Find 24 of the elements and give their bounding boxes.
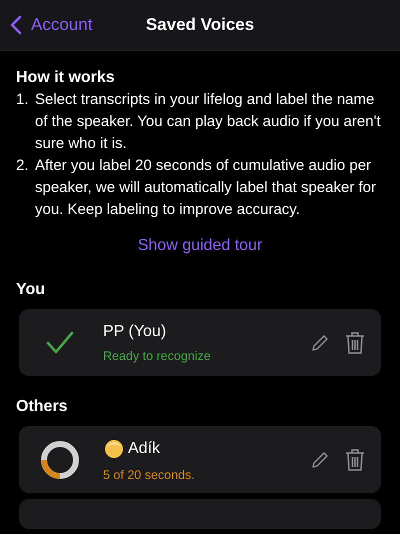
voice-name: Adík [128, 440, 160, 458]
voice-status: Ready to recognize [103, 348, 212, 362]
back-button[interactable]: Account [0, 15, 92, 35]
voice-name: PP (You) [103, 322, 166, 340]
pencil-icon [311, 334, 329, 352]
step-text: After you label 20 seconds of cumulative audio per speaker, we will automatically label that speaker for you. Keep labeling to improve accuracy. [35, 156, 378, 220]
pencil-icon [311, 450, 329, 468]
voice-status: 5 of 20 seconds. [103, 468, 196, 482]
voice-card[interactable]: PP (You) Ready to recognize [19, 309, 381, 376]
step-text: Select transcripts in your lifelog and label the name of the speaker. You can play back audio if you aren't sure who it is. [35, 90, 382, 154]
person-icon [103, 438, 125, 460]
section-heading: Others [15, 398, 69, 416]
voice-card[interactable]: Adík 5 of 20 seconds. [19, 426, 381, 493]
trash-icon [345, 448, 365, 472]
trash-icon [345, 330, 365, 354]
checkmark-icon [46, 330, 74, 354]
section-heading: You [15, 281, 46, 299]
guided-tour-link[interactable]: Show guided tour [138, 237, 262, 254]
section-heading: How it works [16, 68, 116, 88]
step-number: 1. [16, 90, 30, 110]
step-number: 2. [16, 156, 30, 176]
page-title: Saved Voices [146, 15, 254, 35]
progress-ring [40, 440, 80, 480]
chevron-left-icon [10, 15, 22, 35]
